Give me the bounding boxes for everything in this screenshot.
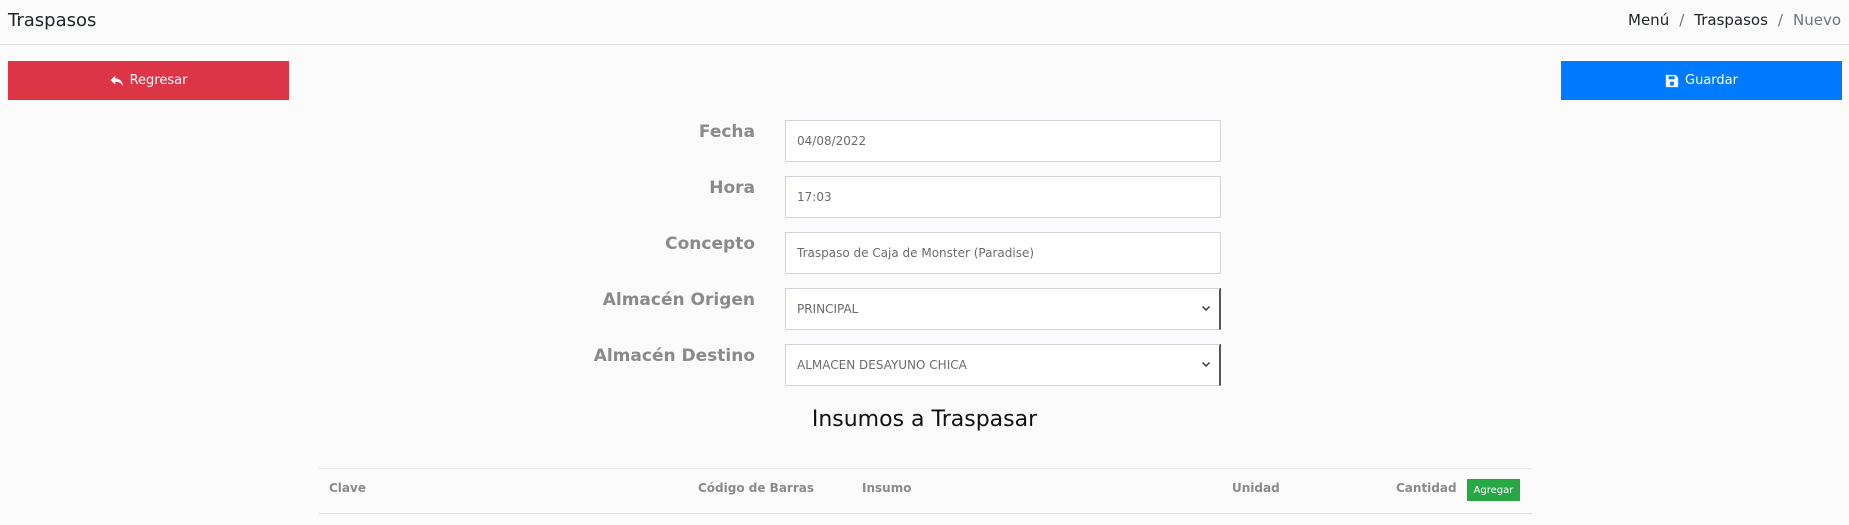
back-button-label: Regresar bbox=[129, 73, 188, 88]
breadcrumb-item-traspasos[interactable]: Traspasos bbox=[1694, 11, 1768, 29]
hora-input[interactable]: 17:03 bbox=[785, 176, 1221, 218]
form-row-hora: Hora 17:03 bbox=[0, 176, 1849, 218]
fecha-label: Fecha bbox=[698, 122, 755, 142]
almacen-destino-select[interactable]: ALMACEN DESAYUNO CHICA bbox=[785, 344, 1221, 386]
column-header-unidad: Unidad bbox=[1232, 481, 1280, 495]
breadcrumb-item-nuevo: Nuevo bbox=[1792, 11, 1841, 29]
form-row-fecha: Fecha 04/08/2022 bbox=[0, 120, 1849, 162]
fecha-value: 04/08/2022 bbox=[797, 134, 867, 148]
almacen-origen-label: Almacén Origen bbox=[602, 290, 755, 310]
reply-arrow-icon bbox=[110, 75, 123, 86]
almacen-destino-label: Almacén Destino bbox=[593, 346, 755, 366]
almacen-origen-value: PRINCIPAL bbox=[797, 302, 859, 316]
column-header-codigo-barras: Código de Barras bbox=[698, 481, 814, 495]
concepto-value: Traspaso de Caja de Monster (Paradise) bbox=[797, 246, 1035, 260]
add-item-button[interactable]: Agregar bbox=[1467, 479, 1520, 501]
column-header-cantidad: Cantidad bbox=[1396, 481, 1457, 495]
fecha-input[interactable]: 04/08/2022 bbox=[785, 120, 1221, 162]
column-header-clave: Clave bbox=[329, 481, 366, 495]
hora-value: 17:03 bbox=[797, 190, 832, 204]
page-title: Traspasos bbox=[8, 10, 97, 31]
form-row-concepto: Concepto Traspaso de Caja de Monster (Pa… bbox=[0, 232, 1849, 274]
hora-label: Hora bbox=[709, 178, 755, 198]
save-button-label: Guardar bbox=[1685, 73, 1738, 88]
breadcrumb-separator: / bbox=[1679, 11, 1685, 29]
chevron-down-icon bbox=[1202, 306, 1210, 311]
concepto-label: Concepto bbox=[665, 234, 755, 254]
almacen-origen-select[interactable]: PRINCIPAL bbox=[785, 288, 1221, 330]
chevron-down-icon bbox=[1202, 362, 1210, 367]
form-row-almacen-destino: Almacén Destino ALMACEN DESAYUNO CHICA bbox=[0, 344, 1849, 386]
top-bar: Traspasos Menú / Traspasos / Nuevo bbox=[0, 0, 1849, 45]
insumos-table: Clave Código de Barras Insumo Unidad Can… bbox=[319, 468, 1532, 514]
floppy-disk-icon bbox=[1665, 74, 1679, 87]
breadcrumb-separator: / bbox=[1777, 11, 1783, 29]
breadcrumb: Menú / Traspasos / Nuevo bbox=[1628, 11, 1841, 29]
form-row-almacen-origen: Almacén Origen PRINCIPAL bbox=[0, 288, 1849, 330]
back-button[interactable]: Regresar bbox=[8, 61, 289, 100]
section-title: Insumos a Traspasar bbox=[811, 407, 1038, 432]
almacen-destino-value: ALMACEN DESAYUNO CHICA bbox=[797, 358, 967, 372]
breadcrumb-item-menu[interactable]: Menú bbox=[1628, 11, 1669, 29]
concepto-input[interactable]: Traspaso de Caja de Monster (Paradise) bbox=[785, 232, 1221, 274]
column-header-insumo: Insumo bbox=[862, 481, 912, 495]
save-button[interactable]: Guardar bbox=[1561, 61, 1842, 100]
